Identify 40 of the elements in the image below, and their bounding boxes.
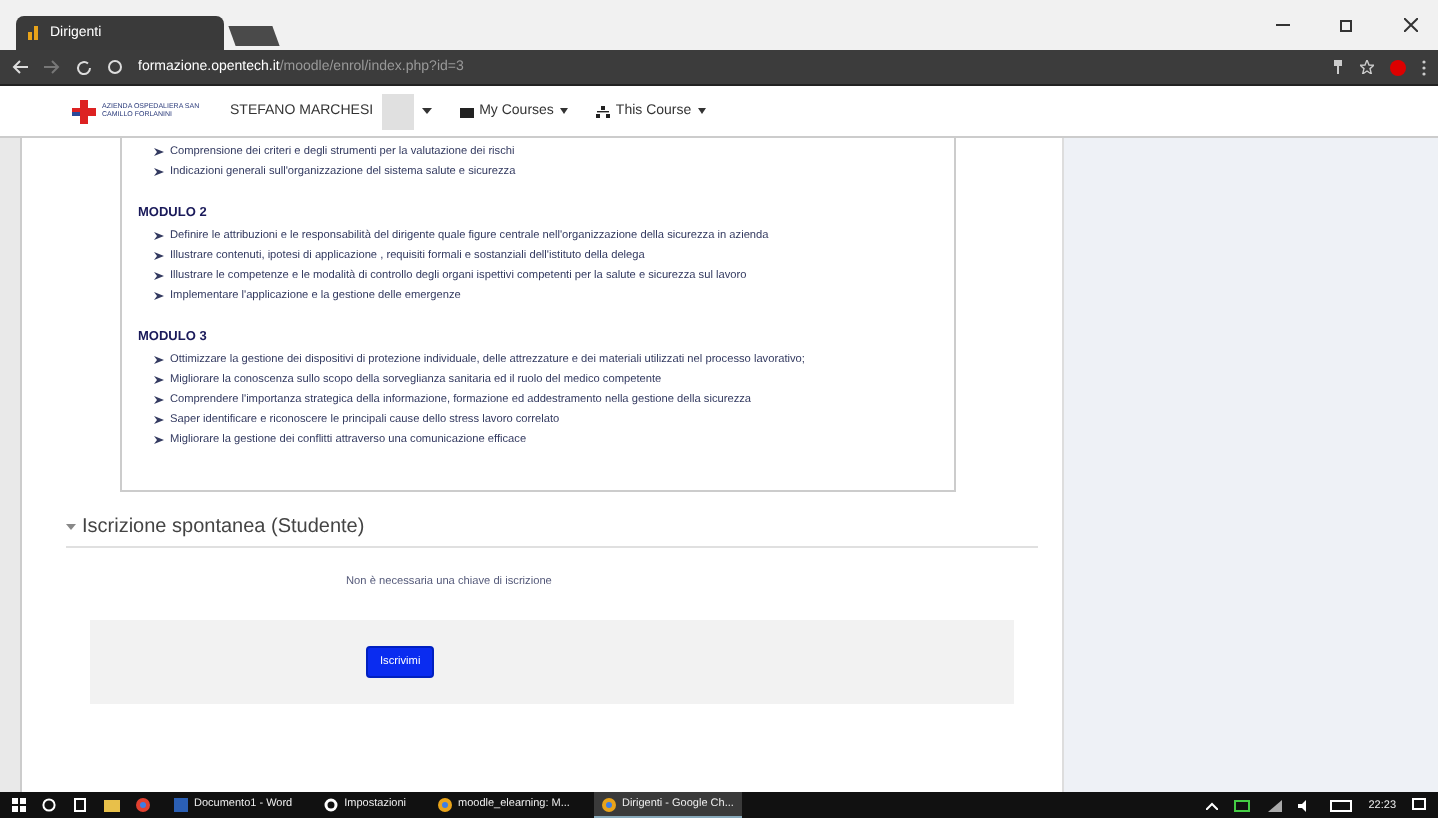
task-view-icon[interactable] xyxy=(72,798,88,812)
browser-icon xyxy=(438,797,453,811)
section-heading[interactable]: Iscrizione spontanea (Studente) xyxy=(82,516,365,538)
arrow-bullet-icon xyxy=(154,416,164,424)
arrow-bullet-icon xyxy=(154,436,164,444)
forward-arrow-icon[interactable] xyxy=(44,60,60,74)
arrow-bullet-icon xyxy=(154,148,164,156)
notification-icon[interactable] xyxy=(1412,798,1426,812)
arrow-bullet-icon xyxy=(154,272,164,280)
document-icon xyxy=(174,797,188,811)
reload-icon[interactable] xyxy=(76,59,92,75)
arrow-bullet-icon xyxy=(154,168,164,176)
browser-icon[interactable] xyxy=(136,798,150,812)
arrow-bullet-icon xyxy=(154,232,164,240)
back-arrow-icon[interactable] xyxy=(12,60,28,74)
folder-icon[interactable] xyxy=(104,798,120,812)
caret-icon[interactable] xyxy=(697,108,706,114)
arrow-bullet-icon xyxy=(154,292,164,300)
new-tab-button[interactable] xyxy=(228,26,280,46)
browser-icon xyxy=(601,797,616,811)
arrow-bullet-icon xyxy=(154,396,164,404)
windows-icon[interactable] xyxy=(12,798,26,812)
sitemap-icon xyxy=(595,105,610,117)
battery-icon[interactable] xyxy=(1234,799,1253,811)
bar-chart-icon xyxy=(28,26,42,40)
caret-icon[interactable] xyxy=(559,108,568,114)
info-icon xyxy=(108,60,122,74)
chevron-up-icon[interactable] xyxy=(1206,801,1219,809)
star-icon[interactable] xyxy=(1360,60,1374,74)
close-icon[interactable] xyxy=(1403,18,1417,32)
restore-icon[interactable] xyxy=(1339,18,1353,32)
cross-logo-icon xyxy=(72,99,96,123)
search-icon[interactable] xyxy=(42,798,56,812)
arrow-bullet-icon xyxy=(154,252,164,260)
minimize-icon[interactable] xyxy=(1275,24,1289,26)
network-icon[interactable] xyxy=(1268,799,1283,811)
arrow-bullet-icon xyxy=(154,356,164,364)
arrow-bullet-icon xyxy=(154,376,164,384)
keyboard-icon[interactable] xyxy=(1330,799,1353,811)
caret-icon[interactable] xyxy=(421,108,432,114)
